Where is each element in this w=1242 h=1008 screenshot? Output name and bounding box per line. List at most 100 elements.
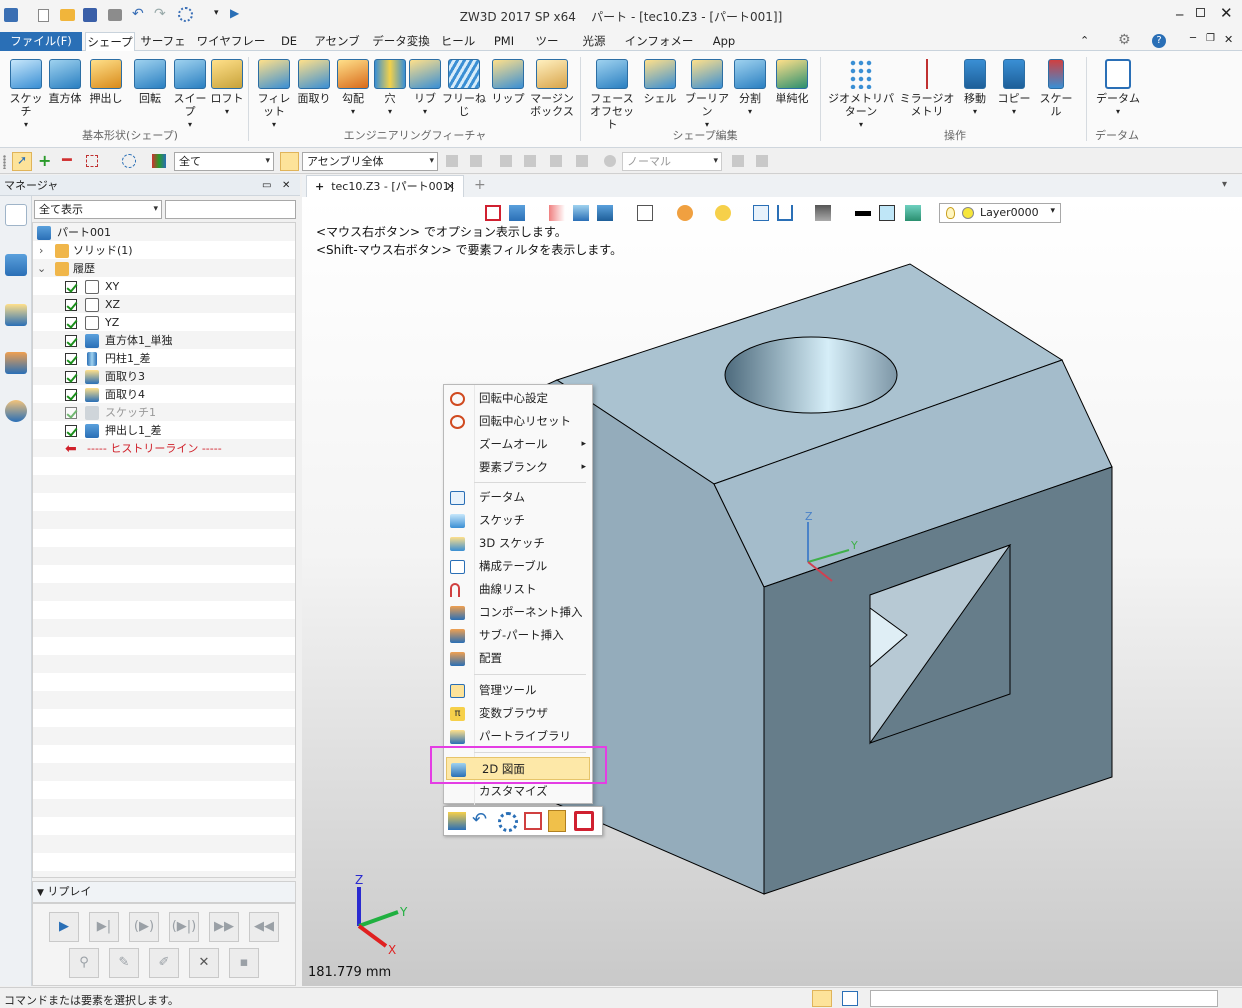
replay-forward-button[interactable]: ▶▶ (209, 912, 239, 942)
geometry-pattern-button[interactable]: ジオメトリパターン ▾ (826, 59, 896, 131)
history-line[interactable]: ⬅ ----- ヒストリーライン ----- (65, 440, 285, 458)
menu-item-datum[interactable]: データム (444, 486, 592, 509)
tab-heal[interactable]: ヒール (440, 32, 476, 51)
user-icon[interactable] (5, 400, 27, 422)
undo-icon[interactable]: ↶ (472, 809, 487, 830)
tree-node-chamfer3[interactable]: 面取り3 (65, 368, 285, 386)
collapse-ribbon-icon[interactable]: ⌃ (1080, 34, 1089, 47)
replay-stop-button[interactable]: ▪ (229, 948, 259, 978)
command-input[interactable] (870, 990, 1218, 1007)
visibility-checkbox[interactable] (65, 317, 77, 329)
visibility-checkbox[interactable] (65, 353, 77, 365)
document-tab[interactable]: + tec10.Z3 - [パート001] ✕ (306, 175, 464, 197)
tree-node-xy[interactable]: XY (65, 278, 285, 296)
sketch-button[interactable]: スケッチ ▾ (6, 59, 46, 131)
shell-button[interactable]: シェル (640, 59, 680, 105)
panel-pin-icon[interactable]: ▭ (262, 175, 271, 196)
tree-node-extrude[interactable]: 押出し1_差 (65, 422, 285, 440)
panel-close-icon[interactable]: ✕ (282, 175, 290, 196)
rib-button[interactable]: リブ ▾ (405, 59, 445, 118)
menu-item-3d-sketch[interactable]: 3D スケッチ (444, 532, 592, 555)
menu-item-insert-component[interactable]: コンポーネント挿入 (444, 601, 592, 624)
menu-item-part-library[interactable]: パートライブラリ (444, 725, 592, 748)
menu-item-zoom-all[interactable]: ズームオール ▸ (444, 433, 592, 456)
replay-tool-button[interactable]: ✐ (149, 948, 179, 978)
move-button[interactable]: 移動 ▾ (955, 59, 995, 118)
manager-search-input[interactable] (165, 200, 296, 219)
tab-overflow-icon[interactable]: ▾ (1222, 179, 1227, 190)
part-library-icon[interactable] (5, 304, 27, 326)
expand-arrow-icon[interactable]: › (39, 242, 43, 260)
replay-header[interactable]: ▼ リプレイ (32, 881, 296, 903)
tab-pmi[interactable]: PMI (488, 32, 520, 51)
tree-node-xz[interactable]: XZ (65, 296, 285, 314)
replay-next-button[interactable]: (▶) (129, 912, 159, 942)
simplify-button[interactable]: 単純化 (772, 59, 812, 105)
lasso-icon[interactable] (122, 154, 136, 168)
boolean-button[interactable]: ブーリアン ▾ (684, 59, 730, 131)
menu-item-manager-tool[interactable]: 管理ツール (444, 679, 592, 702)
draft-button[interactable]: 勾配 ▾ (333, 59, 373, 118)
filter-icon[interactable] (152, 154, 166, 168)
visibility-checkbox[interactable] (65, 371, 77, 383)
tab-light[interactable]: 光源 (576, 32, 612, 51)
restore-icon[interactable] (1196, 8, 1205, 17)
display-filter-select[interactable]: 全て表示 (34, 200, 162, 219)
collapse-replay-icon[interactable]: ▼ (37, 888, 44, 898)
minimize-icon[interactable]: ─ (1176, 8, 1183, 22)
history-manager-icon[interactable] (5, 204, 27, 226)
inner-restore-icon[interactable]: ❐ (1206, 33, 1215, 44)
inner-close-icon[interactable]: ✕ (1224, 33, 1233, 46)
menu-item-blank-entity[interactable]: 要素ブランク ▸ (444, 456, 592, 479)
status-list-icon[interactable] (842, 991, 858, 1006)
loft-button[interactable]: ロフト ▾ (207, 59, 247, 118)
edit-icon[interactable] (524, 812, 542, 830)
tree-node-cylinder[interactable]: 円柱1_差 (65, 350, 285, 368)
replay-link-button[interactable]: ⚲ (69, 948, 99, 978)
tab-file[interactable]: ファイル(F) (0, 32, 82, 51)
inner-minimize-icon[interactable]: ─ (1190, 33, 1196, 44)
replay-step-button[interactable]: ▶| (89, 912, 119, 942)
exit-icon[interactable] (574, 811, 594, 831)
history-edit-icon[interactable] (448, 812, 466, 830)
visibility-checkbox[interactable] (65, 407, 77, 419)
status-manager-icon[interactable] (812, 990, 832, 1007)
settings-gear-icon[interactable]: ⚙ (1118, 32, 1131, 48)
mirror-geometry-button[interactable]: ミラージオメトリ (898, 59, 956, 118)
tab-app[interactable]: App (706, 32, 742, 51)
assembly-manager-icon[interactable] (5, 254, 27, 276)
tree-node-solid[interactable]: › ソリッド(1) (37, 242, 287, 260)
replay-edit-button[interactable]: ✎ (109, 948, 139, 978)
menu-item-insert-sub-part[interactable]: サブ-パート挿入 (444, 624, 592, 647)
tab-information[interactable]: インフォメーション (622, 32, 696, 66)
extrude-button[interactable]: 押出し (86, 59, 126, 105)
tree-node-sketch[interactable]: スケッチ1 (65, 404, 285, 422)
tab-pin-icon[interactable]: + (315, 180, 324, 193)
hole-button[interactable]: 穴 ▾ (370, 59, 410, 118)
tree-node-chamfer4[interactable]: 面取り4 (65, 386, 285, 404)
tree-node-history[interactable]: ⌄ 履歴 (37, 260, 287, 278)
lip-button[interactable]: リップ (488, 59, 528, 105)
tree-node-yz[interactable]: YZ (65, 314, 285, 332)
rotate-view-icon[interactable] (498, 812, 518, 832)
visibility-checkbox[interactable] (65, 389, 77, 401)
box-select-icon[interactable] (86, 155, 98, 167)
copy-button[interactable]: コピー ▾ (994, 59, 1034, 118)
visibility-checkbox[interactable] (65, 425, 77, 437)
visibility-checkbox[interactable] (65, 281, 77, 293)
revolve-button[interactable]: 回転 (130, 59, 170, 105)
box-button[interactable]: 直方体 (45, 59, 85, 105)
menu-item-curve-list[interactable]: 曲線リスト (444, 578, 592, 601)
replay-next-step-button[interactable]: (▶|) (169, 912, 199, 942)
replay-play-button[interactable]: ▶ (49, 912, 79, 942)
thread-button[interactable]: フリーねじ (440, 59, 488, 118)
menu-item-sketch[interactable]: スケッチ (444, 509, 592, 532)
visibility-checkbox[interactable] (65, 299, 77, 311)
face-offset-button[interactable]: フェース オフセット (588, 59, 636, 131)
tab-data-conversion[interactable]: データ変換 (372, 32, 430, 51)
chamfer-button[interactable]: 面取り (294, 59, 334, 105)
close-icon[interactable]: ✕ (1220, 4, 1233, 22)
margin-box-button[interactable]: マージン ボックス (528, 59, 576, 118)
tab-de[interactable]: DE (276, 32, 302, 51)
tab-tools[interactable]: ツール (530, 32, 564, 66)
